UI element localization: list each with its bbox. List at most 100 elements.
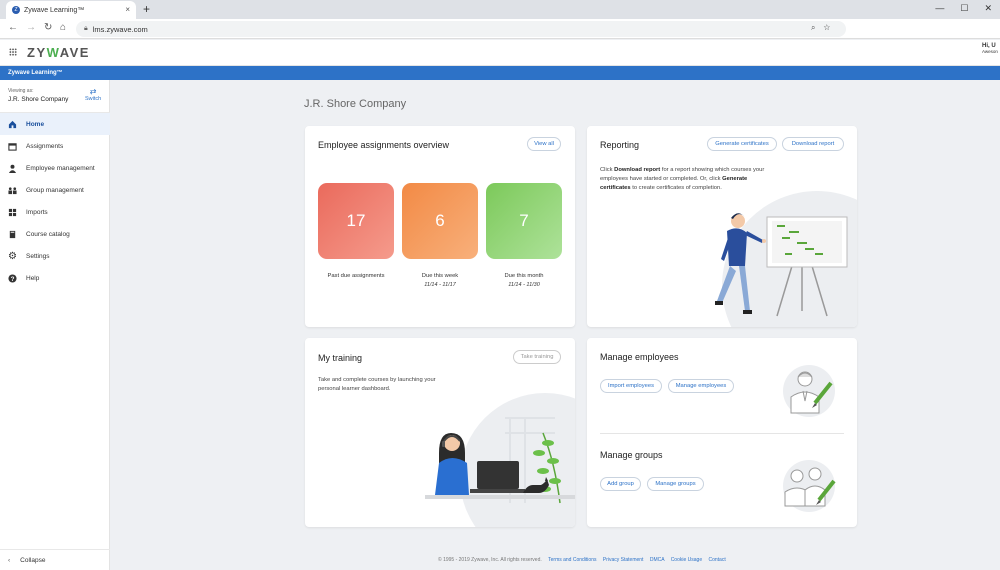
employee-edit-illustration — [783, 365, 835, 417]
user-subtext: Aweson — [982, 49, 998, 54]
home-icon — [8, 120, 17, 129]
forward-icon[interactable]: → — [26, 22, 36, 33]
sidebar-item-settings[interactable]: ⚙ Settings — [0, 245, 110, 267]
app-launcher-icon[interactable] — [9, 48, 17, 56]
browser-home-icon[interactable]: ⌂ — [60, 22, 66, 33]
product-banner: Zywave Learning™ — [0, 66, 1000, 80]
import-employees-button[interactable]: Import employees — [600, 379, 662, 393]
dmca-link[interactable]: DMCA — [650, 557, 664, 563]
browser-tabstrip: Z Zywave Learning™ × + — ☐ ✕ — [0, 0, 1000, 19]
my-training-card: My training Take training Take and compl… — [305, 338, 575, 527]
sidebar-item-label: Assignments — [26, 142, 64, 150]
divider — [0, 549, 110, 550]
manage-groups-button[interactable]: Manage groups — [647, 477, 704, 491]
banner-title: Zywave Learning™ — [8, 70, 63, 76]
sidebar-item-label: Help — [26, 274, 40, 282]
copyright: © 1995 - 2019 Zywave, Inc. All rights re… — [438, 557, 542, 563]
collapse-label: Collapse — [20, 557, 46, 564]
contact-link[interactable]: Contact — [708, 557, 725, 563]
bookmark-star-icon[interactable]: ☆ — [823, 23, 838, 32]
sidebar-item-label: Course catalog — [26, 230, 70, 238]
browser-toolbar: ← → ↻ ⌂ 🔒︎ lms.zywave.com ⌕☆ — [0, 19, 1000, 39]
card-title: Reporting — [600, 140, 640, 150]
window-controls: — ☐ ✕ — [935, 3, 992, 14]
sidebar-item-label: Group management — [26, 186, 84, 194]
zoom-search-icon[interactable]: ⌕ — [811, 23, 823, 32]
person-icon — [8, 164, 17, 173]
sidebar-item-label: Settings — [26, 252, 50, 260]
take-training-button[interactable]: Take training — [513, 350, 561, 364]
sidebar-item-assignments[interactable]: Assignments — [0, 135, 110, 157]
group-edit-illustration — [783, 460, 836, 512]
generate-certificates-button[interactable]: Generate certificates — [707, 137, 777, 151]
address-bar[interactable]: 🔒︎ lms.zywave.com ⌕☆ — [76, 21, 846, 37]
assignments-card: Employee assignments overview View all 1… — [305, 126, 575, 327]
sidebar-item-imports[interactable]: Imports — [0, 201, 110, 223]
due-this-month-count[interactable]: 7 — [486, 183, 562, 259]
switch-button[interactable]: ⇄ Switch — [85, 87, 101, 102]
sidebar-item-home[interactable]: Home — [0, 113, 110, 135]
card-title: My training — [318, 353, 363, 363]
sidebar-item-employee-management[interactable]: Employee management — [0, 157, 110, 179]
zywave-logo[interactable]: ZYWAVE — [27, 45, 90, 60]
favicon-icon: Z — [12, 6, 20, 14]
url-text: lms.zywave.com — [92, 24, 148, 34]
add-group-button[interactable]: Add group — [600, 477, 641, 491]
reload-icon[interactable]: ↻ — [44, 22, 52, 33]
due-this-month-range: 11/14 - 11/30 — [508, 282, 540, 288]
window-close-icon[interactable]: ✕ — [984, 3, 992, 14]
viewing-company: J.R. Shore Company — [8, 96, 69, 103]
download-report-button[interactable]: Download report — [782, 137, 844, 151]
sidebar: Viewing as: J.R. Shore Company ⇄ Switch … — [0, 80, 110, 570]
divider — [600, 433, 844, 434]
group-icon — [8, 186, 17, 195]
switch-label: Switch — [85, 96, 102, 102]
manage-employees-button[interactable]: Manage employees — [668, 379, 734, 393]
footer: © 1995 - 2019 Zywave, Inc. All rights re… — [438, 557, 726, 563]
gear-icon: ⚙ — [8, 250, 17, 262]
svg-text:?: ? — [11, 275, 15, 282]
due-this-week-range: 11/14 - 11/17 — [424, 282, 456, 288]
terms-link[interactable]: Terms and Conditions — [548, 557, 596, 563]
browser-tab[interactable]: Z Zywave Learning™ × — [6, 1, 136, 19]
learner-illustration — [425, 393, 575, 527]
grid-icon — [8, 208, 17, 217]
book-icon — [8, 230, 17, 239]
training-description: Take and complete courses by launching y… — [318, 377, 436, 392]
due-this-month-label: Due this month — [504, 273, 544, 279]
page-title: J.R. Shore Company — [304, 98, 407, 110]
sidebar-item-label: Imports — [26, 208, 48, 216]
privacy-link[interactable]: Privacy Statement — [603, 557, 644, 563]
due-this-week-count[interactable]: 6 — [402, 183, 478, 259]
minimize-icon[interactable]: — — [935, 3, 944, 14]
reporting-description: Click Download report for a report showi… — [600, 167, 765, 191]
sidebar-nav: Home Assignments Employee management Gro… — [0, 113, 110, 289]
past-due-count[interactable]: 17 — [318, 183, 394, 259]
cookie-link[interactable]: Cookie Usage — [671, 557, 702, 563]
card-title: Employee assignments overview — [318, 140, 450, 150]
new-tab-button[interactable]: + — [143, 2, 150, 16]
viewing-as-label: Viewing as: — [8, 88, 34, 94]
due-this-week-label: Due this week — [421, 273, 459, 279]
manage-card: Manage employees Import employees Manage… — [587, 338, 857, 527]
tab-title: Zywave Learning™ — [24, 6, 85, 14]
switch-arrows-icon: ⇄ — [89, 87, 97, 96]
help-icon: ? — [8, 273, 17, 283]
manage-groups-title: Manage groups — [600, 450, 663, 460]
back-icon[interactable]: ← — [8, 22, 18, 33]
sidebar-item-group-management[interactable]: Group management — [0, 179, 110, 201]
maximize-icon[interactable]: ☐ — [960, 3, 968, 14]
calendar-icon — [8, 142, 17, 151]
collapse-button[interactable]: ‹ Collapse — [8, 557, 45, 564]
sidebar-item-help[interactable]: ? Help — [0, 267, 110, 289]
view-all-button[interactable]: View all — [527, 137, 561, 151]
lock-icon: 🔒︎ — [84, 25, 88, 32]
tab-close-button[interactable]: × — [125, 5, 130, 14]
sidebar-item-label: Home — [26, 120, 45, 128]
user-menu[interactable]: Hi, U Aweson — [982, 43, 1000, 55]
reporting-card: Reporting Generate certificates Download… — [587, 126, 857, 327]
manage-employees-title: Manage employees — [600, 352, 679, 362]
sidebar-item-course-catalog[interactable]: Course catalog — [0, 223, 110, 245]
presentation-illustration — [715, 191, 857, 327]
sidebar-item-label: Employee management — [26, 164, 95, 172]
